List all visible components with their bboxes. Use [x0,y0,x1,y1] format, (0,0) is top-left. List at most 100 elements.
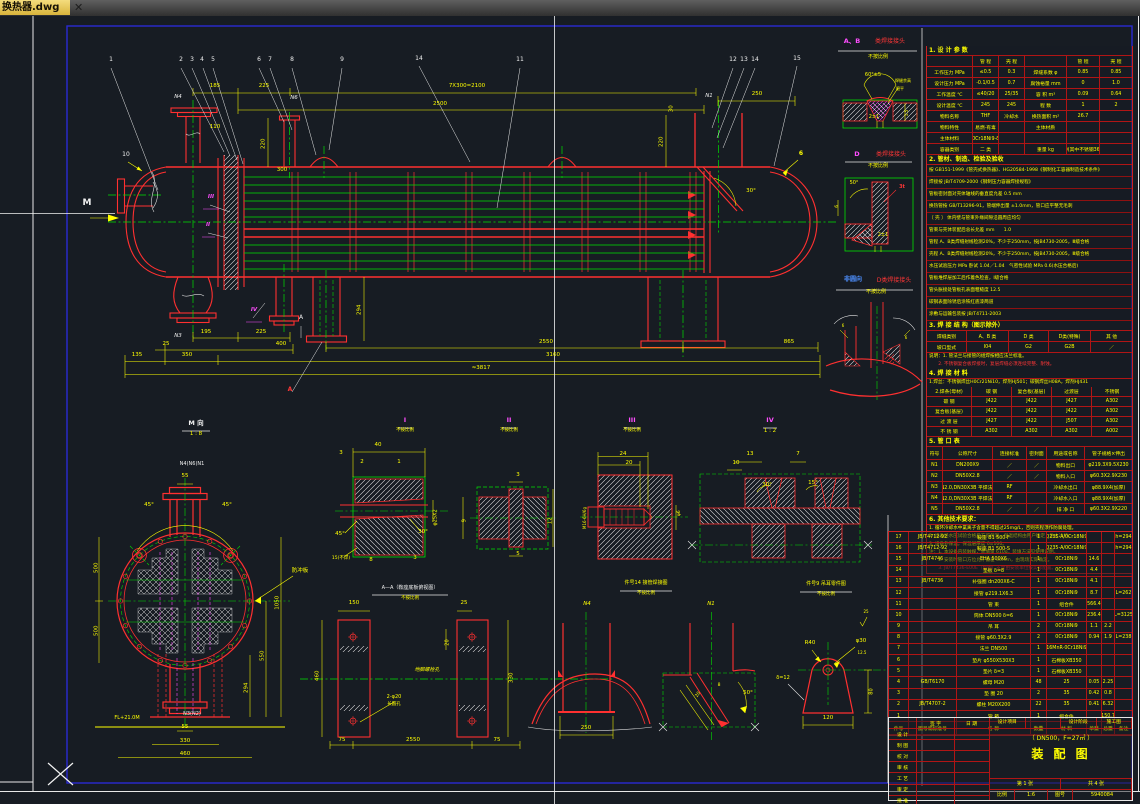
canvas-label: III [628,416,636,424]
table-cell [1115,655,1132,665]
stage-value: 施工图 [1097,718,1132,728]
table-cell: 审 定 [889,784,917,795]
table-cell: 0 [1067,78,1100,88]
scale-row: 比例 1:6 图号 5940084 [990,790,1132,800]
table-cell: 批 准 [889,795,917,804]
table-cell: 冷却水入口 [1047,493,1085,503]
spec-line: 换热管按 GB/T13296-91，管端伸出量 ±1.0mm，管口应平整无毛刺 [927,201,1132,213]
table-cell: L=238 [1115,635,1132,641]
table-cell: 0Cr18Ni9 [1047,610,1087,621]
canvas-label: 135 [131,352,143,358]
table-cell: 1.1 [1087,621,1102,632]
table-cell: 0Cr18Ni9 [1047,632,1087,643]
sheet-number: 第 1 张 [990,779,1061,789]
canvas-label: A—A（鞍座底板俯视图） [381,585,439,591]
table-cell [1087,543,1102,554]
table-cell: J422 [1012,417,1052,426]
table-cell: 2 [1031,621,1047,632]
table-cell: EHA 500X6 [957,554,1031,565]
canvas-label: 12.5 [857,650,867,655]
table-row: 10 筒体 DN500 δ=6 1 0Cr18Ni9 236.4 L=3125 [889,610,1132,622]
table-cell: 易燃·有毒 [973,122,999,132]
table-row: 碳 钢 J422 J422 J427 A302 [927,397,1132,407]
table-cell: D类(特殊) [1049,331,1091,341]
canvas-label: 1050 [274,595,281,610]
canvas-label: 不按比例 [867,54,889,60]
table-cell: 0.8 [1102,688,1115,699]
canvas-label: 460 [314,670,321,682]
table-cell: 2.焊条(母材) [927,387,972,396]
table-cell: φ60.3X2.9X230 [1089,473,1128,479]
canvas-label: 500 [93,562,100,574]
drawing-name: 装 配 图 [1031,747,1091,761]
canvas-label: D类焊接接头 [876,277,912,284]
table-cell [917,729,955,740]
crosshair[interactable] [0,16,555,804]
table-cell: 日 期 [965,721,978,727]
canvas-label: 30° [418,529,428,535]
table-cell: THF [973,111,999,121]
table-cell: φ88.9X4(加厚) [1091,485,1126,491]
table-cell: 16 [889,543,909,554]
canvas-label: 220 [658,136,665,148]
break-lines [151,132,205,297]
canvas-label: 3 [339,450,343,456]
table-cell: N2 [927,471,943,481]
canvas-label: 3t [899,184,905,190]
table-cell [889,718,917,729]
close-icon[interactable]: ✕ [74,0,83,15]
table-row: 批 准 [889,795,989,804]
canvas-label: 5 [211,56,215,63]
spec-line: 按 GB151-1999《管壳式换热器》、HG20584-1998《钢制化工容器… [927,165,1132,177]
canvas-label: 330 [179,738,191,744]
table-cell [955,762,988,772]
table-row: N1 DN200X9 ／／物料出口 φ219.3X9.5X230 [927,460,1132,471]
table-cell: 35 [1047,699,1087,710]
canvas-label: 55 [181,473,189,479]
table-cell: 1140(其中不锈钢365kg) [1067,144,1100,154]
table-cell: N4 [927,493,943,503]
table-cell: 排 净 口 [1047,504,1085,514]
table-row: 坡口型式 I04 G2 G2B ／ [927,342,1132,353]
table-cell: I04 [967,342,1009,352]
table-cell: 1 [1031,599,1047,610]
table-cell: 17 [889,532,909,543]
table-cell: JB/T4736 [909,576,957,587]
table-cell: DN200X9 [943,460,993,470]
table-cell: 主体材质 [1025,122,1067,132]
table-cell [909,666,957,677]
table-cell: 螺柱 M20X200 [957,699,1031,710]
table-row: 复合板(基层) J422 J422 J422 A302 [927,407,1132,417]
canvas-label: 7X300=2100 [448,83,486,89]
canvas-label: 13 [740,56,748,63]
canvas-label: N3(N2) [183,711,201,717]
table-cell: J422 [1012,407,1052,416]
spec-line: 管板密封面对壳体轴线的垂直度允差 0.5 mm [927,189,1132,201]
table-row: 审 定 [889,784,989,796]
table-cell [1115,554,1132,564]
table-cell [1115,566,1132,576]
canvas-label: 不按比例 [865,289,887,295]
table-cell: 1 [1031,532,1047,543]
table-cell: N1 [927,460,943,470]
canvas-label: 500 [93,625,100,637]
canvas-label: N1 [705,93,713,99]
canvas-label: N6 [290,95,298,101]
table-cell [1115,599,1132,609]
table-cell: 0Cr18Ni9 [1047,576,1087,587]
canvas-label: 110 [209,124,221,130]
table-cell: 石棉板XB350 [1047,666,1087,677]
table-cell: 14.6 [1087,554,1102,565]
table-cell: J507 [1052,417,1092,426]
drawing-canvas[interactable]: 1 2 3 4 5 6 7 8 9 14 11 12 13 14 15 10 6 M A A N4 N6 N1 N3 III II… [0,16,1140,804]
canvas-label: 6 [904,335,908,340]
canvas-label: 14 [415,55,423,62]
table-cell: 2 [1031,688,1047,699]
file-tab[interactable]: 换热器.dwg [0,0,70,15]
table-cell: 复合板(基层) [1012,387,1052,396]
table-cell: 1 [1031,587,1047,599]
canvas-label: 7 [268,56,272,63]
canvas-label: 2550 [539,339,553,345]
canvas-label: 3 [516,472,520,478]
project-value [1026,718,1061,728]
